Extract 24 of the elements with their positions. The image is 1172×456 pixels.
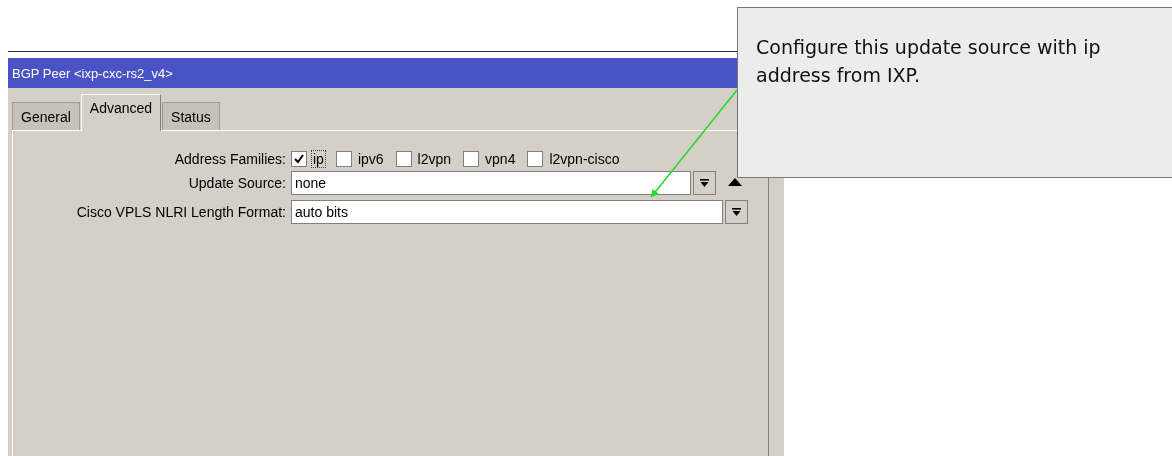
checkbox-label: ipv6 [356,150,385,168]
checkbox-label: l2vpn-cisco [548,150,621,168]
checkbox-label: vpn4 [484,150,517,168]
tab[interactable]: Advanced [80,94,162,131]
dropdown-icon [731,206,742,218]
checkbox[interactable] [527,151,544,167]
collapse-button[interactable] [728,178,742,188]
callout-text: Configure this update source with ip address from IXP. [756,35,1102,88]
field-label: Cisco VPLS NLRI Length Format: [75,204,287,220]
checkbox[interactable] [463,151,480,167]
checkbox[interactable] [335,151,352,167]
dropdown-icon [699,177,710,189]
dropdown-field[interactable]: none [291,171,691,195]
checkbox-label: ip [311,150,326,168]
dropdown-button[interactable] [725,200,748,224]
tab[interactable]: General [12,102,80,130]
dropdown-button[interactable] [693,171,716,195]
dropdown-field[interactable]: auto bits [291,200,723,224]
field-label: Update Source: [187,175,287,191]
tab[interactable]: Status [162,102,220,130]
checkbox[interactable] [291,151,307,167]
checkbox-label: l2vpn [416,150,453,168]
checkbox[interactable] [395,151,412,167]
field-label: Address Families: [173,151,287,167]
